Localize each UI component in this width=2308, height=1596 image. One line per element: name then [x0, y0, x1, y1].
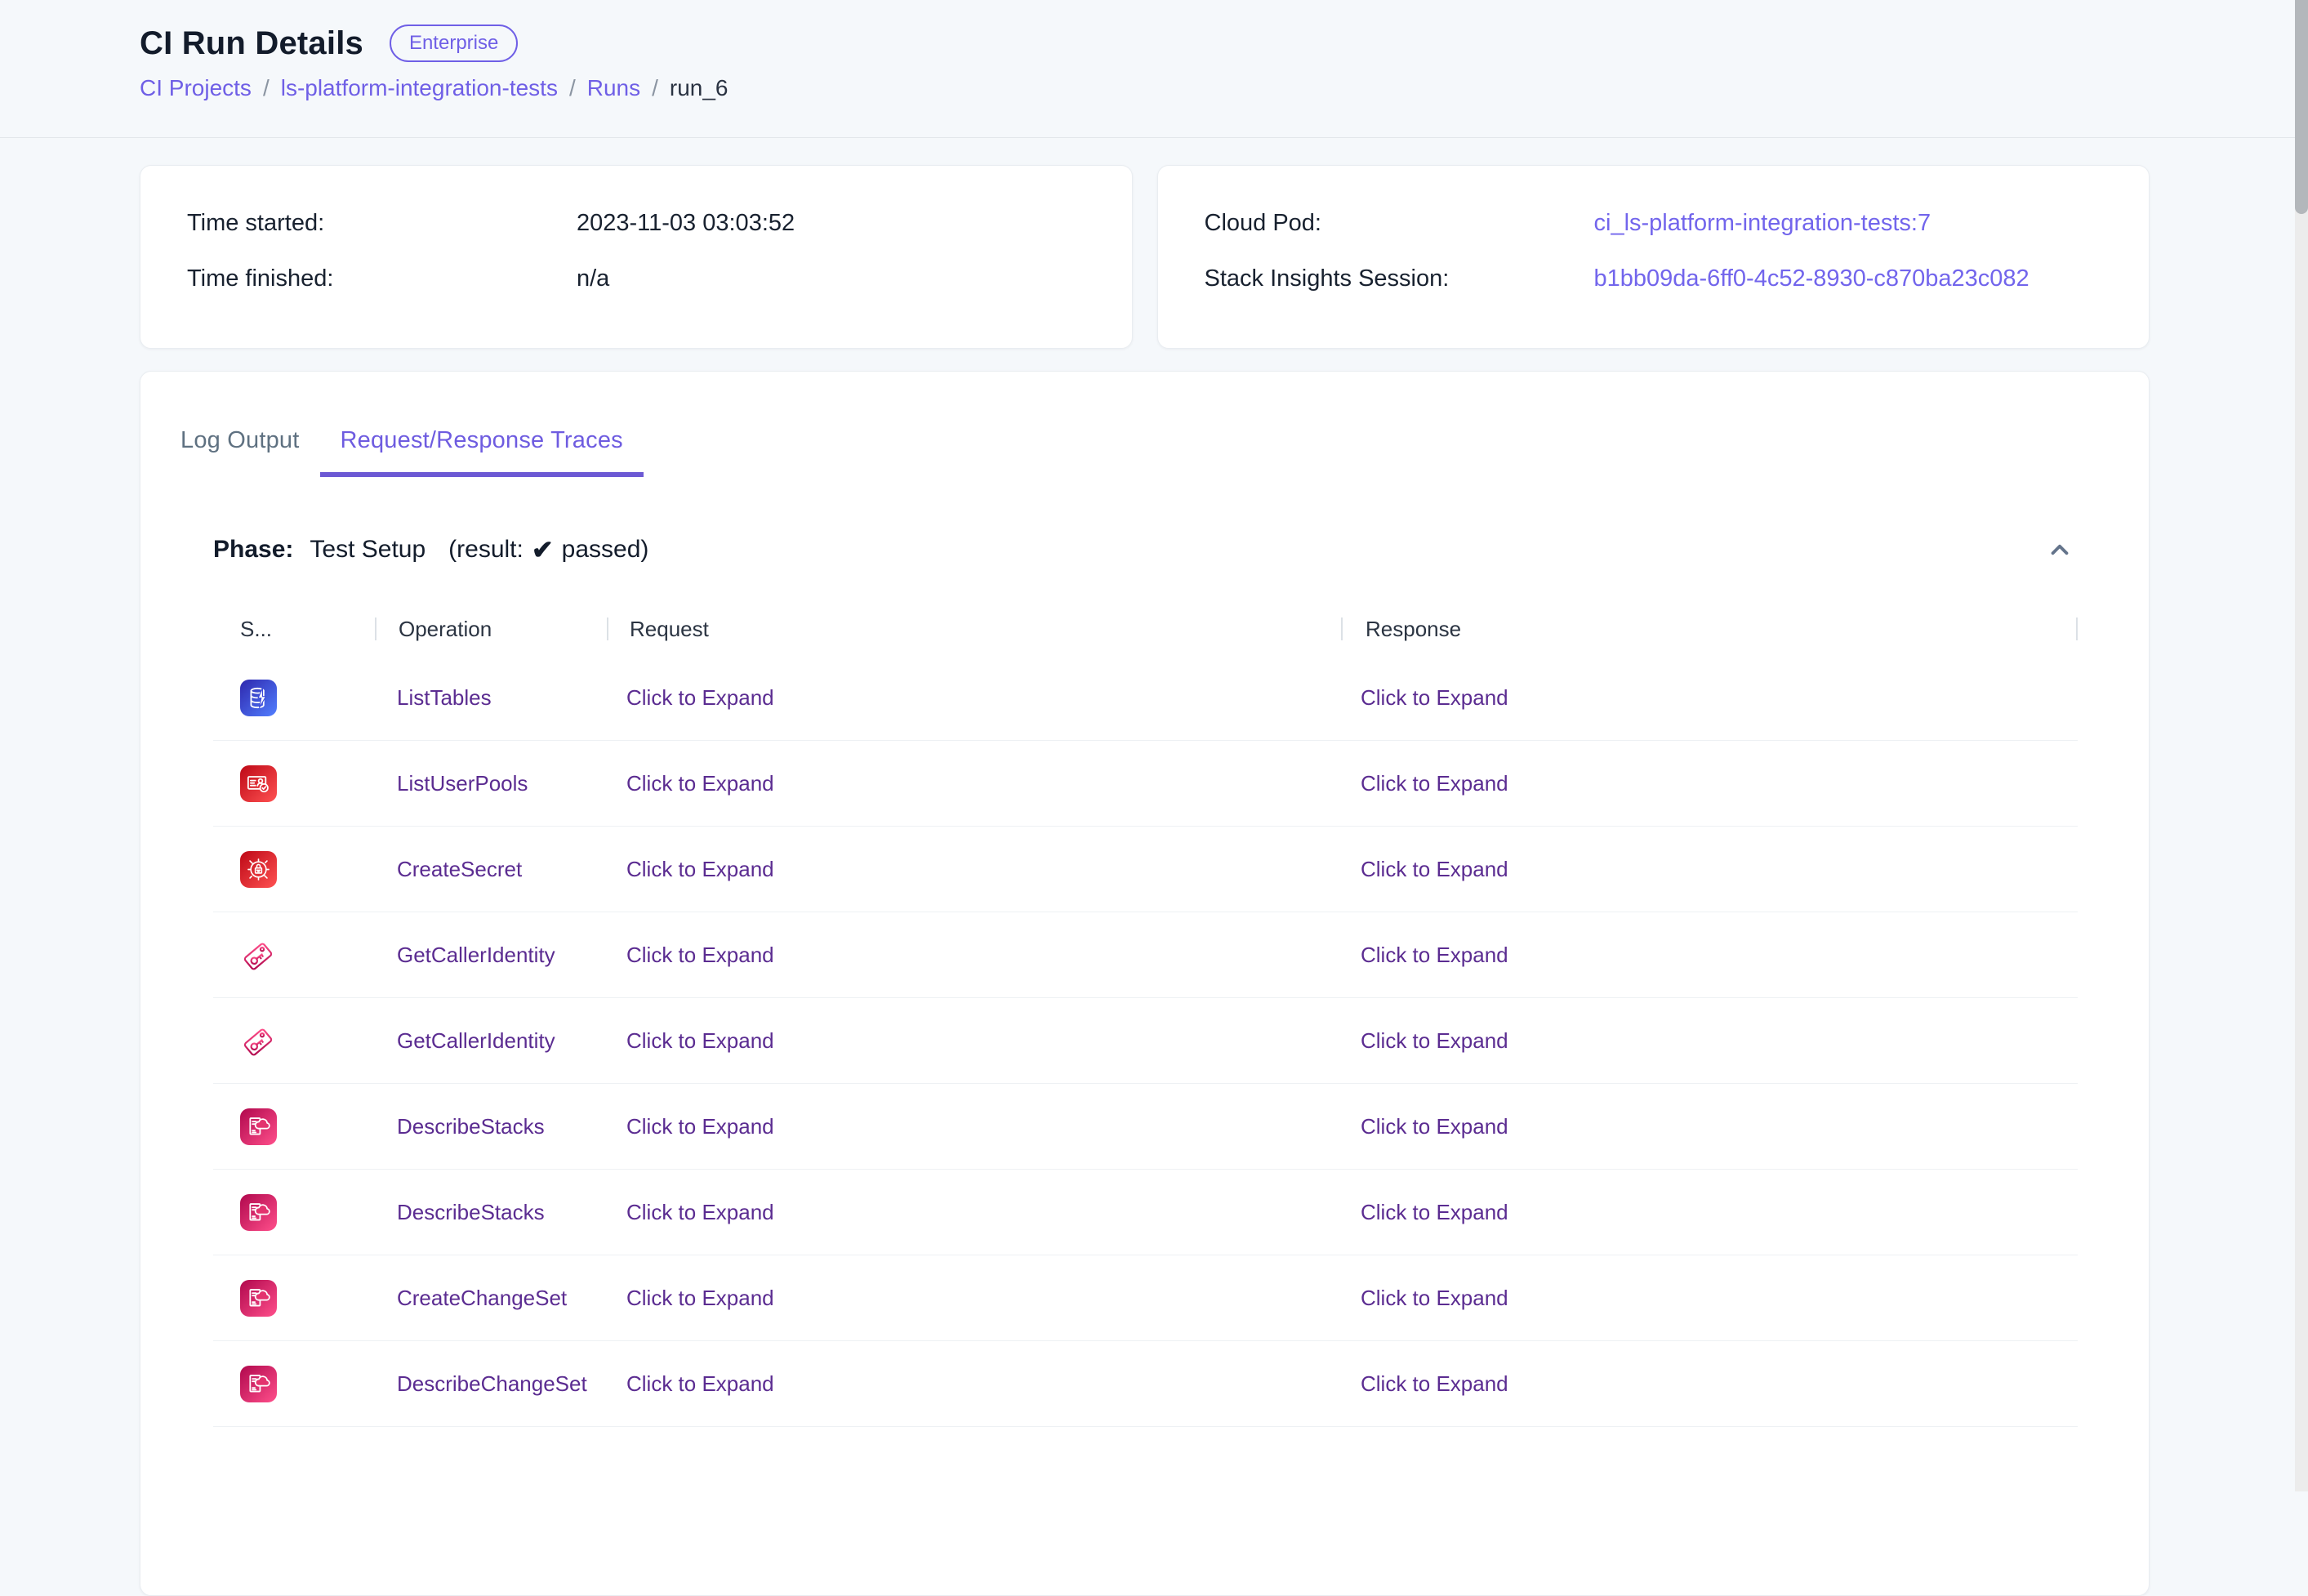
request-expand-link[interactable]: Click to Expand: [626, 685, 774, 711]
table-row: DescribeChangeSet Click to Expand Click …: [213, 1341, 2078, 1427]
table-row: ListTables Click to Expand Click to Expa…: [213, 655, 2078, 741]
phase-header: Phase: Test Setup (result: ✔ passed): [213, 524, 2078, 575]
cloud-pod-link[interactable]: ci_ls-platform-integration-tests:7: [1594, 209, 1932, 237]
table-row: DescribeStacks Click to Expand Click to …: [213, 1170, 2078, 1255]
tab-log-output[interactable]: Log Output: [160, 408, 320, 477]
scrollbar-thumb[interactable]: [2295, 0, 2308, 214]
chevron-up-icon: [2044, 534, 2075, 565]
breadcrumb-ci-projects[interactable]: CI Projects: [140, 75, 252, 101]
request-expand-link[interactable]: Click to Expand: [626, 1286, 774, 1311]
breadcrumb: CI Projects / ls-platform-integration-te…: [140, 75, 2308, 101]
breadcrumb-separator: /: [569, 75, 576, 101]
page-title: CI Run Details: [140, 25, 363, 62]
request-expand-link[interactable]: Click to Expand: [626, 857, 774, 882]
phase-label: Phase:: [213, 536, 293, 564]
response-expand-link[interactable]: Click to Expand: [1361, 857, 1508, 882]
breadcrumb-current-run: run_6: [670, 75, 728, 101]
breadcrumb-separator: /: [263, 75, 270, 101]
trace-table-header: S... Operation Request Response: [213, 603, 2078, 655]
operation-label: ListUserPools: [397, 771, 528, 796]
phase-name: Test Setup: [310, 536, 426, 564]
phase-result-prefix: (result:: [448, 536, 524, 564]
column-header-response: Response: [1343, 617, 2076, 642]
table-row: CreateSecret Click to Expand Click to Ex…: [213, 827, 2078, 912]
check-icon: ✔: [532, 534, 554, 565]
response-expand-link[interactable]: Click to Expand: [1361, 1200, 1508, 1225]
response-expand-link[interactable]: Click to Expand: [1361, 943, 1508, 968]
traces-card: Log Output Request/Response Traces Phase…: [140, 371, 2150, 1596]
table-row: CreateChangeSet Click to Expand Click to…: [213, 1255, 2078, 1341]
operation-label: DescribeChangeSet: [397, 1371, 587, 1397]
cognito-service-icon: [240, 765, 277, 802]
collapse-phase-button[interactable]: [2042, 532, 2078, 568]
breadcrumb-runs[interactable]: Runs: [587, 75, 640, 101]
links-summary-card: Cloud Pod: ci_ls-platform-integration-te…: [1157, 165, 2150, 349]
response-expand-link[interactable]: Click to Expand: [1361, 771, 1508, 796]
time-started-value: 2023-11-03 03:03:52: [577, 209, 795, 237]
tab-bar: Log Output Request/Response Traces: [160, 372, 2149, 477]
stack-insights-label: Stack Insights Session:: [1205, 265, 1594, 292]
column-separator: [2076, 617, 2078, 640]
request-expand-link[interactable]: Click to Expand: [626, 1200, 774, 1225]
request-expand-link[interactable]: Click to Expand: [626, 1371, 774, 1397]
time-finished-row: Time finished: n/a: [187, 265, 1132, 292]
column-header-status: S...: [213, 617, 375, 642]
cloudformation-service-icon: [240, 1280, 277, 1317]
time-started-row: Time started: 2023-11-03 03:03:52: [187, 209, 1132, 237]
secretsmanager-service-icon: [240, 851, 277, 888]
operation-label: DescribeStacks: [397, 1114, 545, 1139]
response-expand-link[interactable]: Click to Expand: [1361, 1286, 1508, 1311]
scrollbar-track[interactable]: [2295, 0, 2308, 1491]
operation-label: CreateChangeSet: [397, 1286, 567, 1311]
trace-table-body: ListTables Click to Expand Click to Expa…: [213, 655, 2078, 1427]
stack-insights-row: Stack Insights Session: b1bb09da-6ff0-4c…: [1205, 265, 2150, 292]
time-started-label: Time started:: [187, 209, 577, 237]
stack-insights-link[interactable]: b1bb09da-6ff0-4c52-8930-c870ba23c082: [1594, 265, 2030, 292]
request-expand-link[interactable]: Click to Expand: [626, 943, 774, 968]
time-summary-card: Time started: 2023-11-03 03:03:52 Time f…: [140, 165, 1133, 349]
cloudformation-service-icon: [240, 1108, 277, 1145]
sts-service-icon: [240, 1023, 277, 1059]
operation-label: DescribeStacks: [397, 1200, 545, 1225]
time-finished-value: n/a: [577, 265, 609, 292]
request-expand-link[interactable]: Click to Expand: [626, 771, 774, 796]
table-row: GetCallerIdentity Click to Expand Click …: [213, 912, 2078, 998]
cloudformation-service-icon: [240, 1194, 277, 1231]
response-expand-link[interactable]: Click to Expand: [1361, 1371, 1508, 1397]
sts-service-icon: [240, 937, 277, 974]
column-header-operation: Operation: [376, 617, 607, 642]
time-finished-label: Time finished:: [187, 265, 577, 292]
response-expand-link[interactable]: Click to Expand: [1361, 1114, 1508, 1139]
column-header-request: Request: [608, 617, 1341, 642]
table-row: GetCallerIdentity Click to Expand Click …: [213, 998, 2078, 1084]
cloud-pod-row: Cloud Pod: ci_ls-platform-integration-te…: [1205, 209, 2150, 237]
phase-result-suffix: passed): [562, 536, 649, 564]
response-expand-link[interactable]: Click to Expand: [1361, 1028, 1508, 1054]
breadcrumb-project[interactable]: ls-platform-integration-tests: [281, 75, 558, 101]
operation-label: ListTables: [397, 685, 492, 711]
trace-table: S... Operation Request Response ListTabl…: [213, 603, 2078, 1427]
response-expand-link[interactable]: Click to Expand: [1361, 685, 1508, 711]
cloudformation-service-icon: [240, 1366, 277, 1402]
page-header: CI Run Details Enterprise CI Projects / …: [0, 0, 2308, 138]
tab-request-response-traces[interactable]: Request/Response Traces: [320, 408, 644, 477]
cloud-pod-label: Cloud Pod:: [1205, 209, 1594, 237]
table-row: DescribeStacks Click to Expand Click to …: [213, 1084, 2078, 1170]
enterprise-badge: Enterprise: [390, 25, 518, 62]
request-expand-link[interactable]: Click to Expand: [626, 1028, 774, 1054]
operation-label: GetCallerIdentity: [397, 943, 555, 968]
request-expand-link[interactable]: Click to Expand: [626, 1114, 774, 1139]
breadcrumb-separator: /: [652, 75, 658, 101]
operation-label: CreateSecret: [397, 857, 522, 882]
table-row: ListUserPools Click to Expand Click to E…: [213, 741, 2078, 827]
phase-result: (result: ✔ passed): [448, 534, 648, 565]
operation-label: GetCallerIdentity: [397, 1028, 555, 1054]
dynamodb-service-icon: [240, 680, 277, 716]
